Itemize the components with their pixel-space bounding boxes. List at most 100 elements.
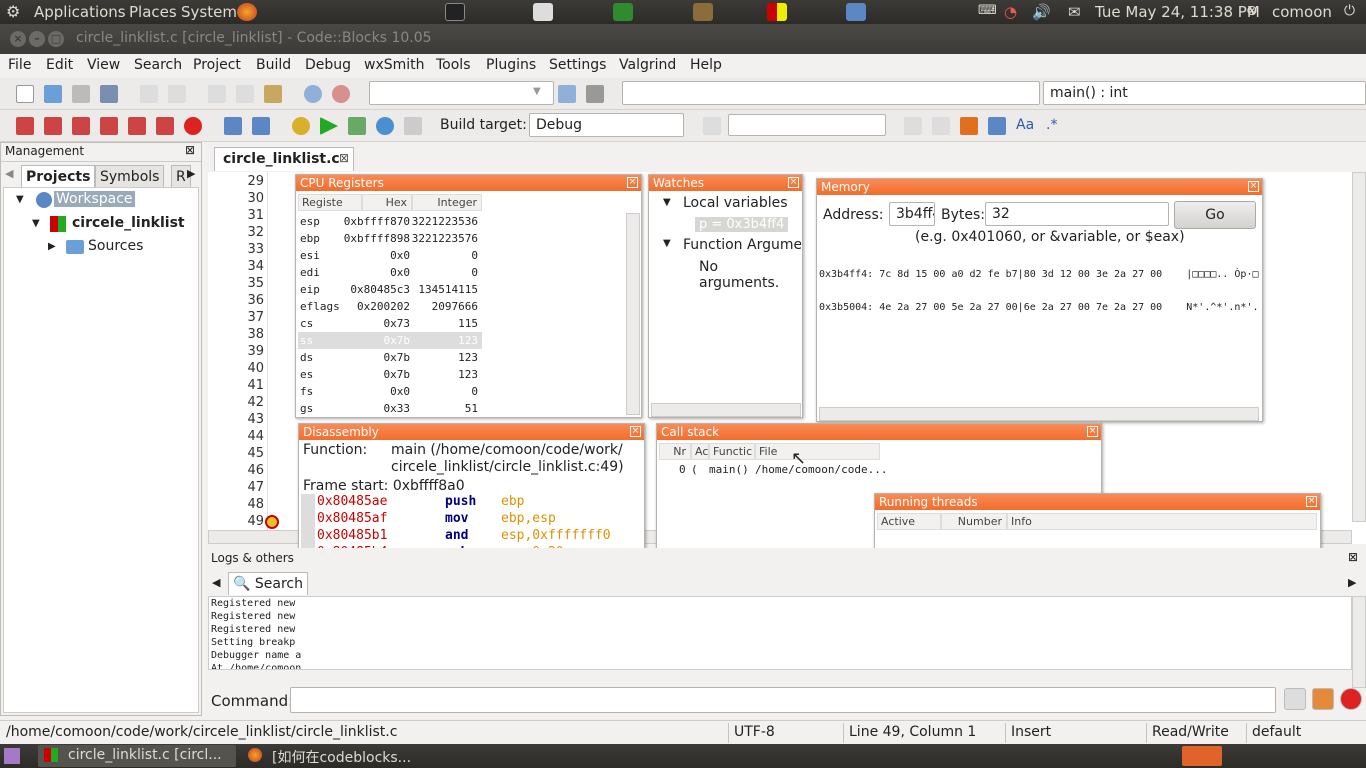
network-icon[interactable]: ◔ [1004,3,1017,21]
watches-close-icon[interactable]: × [788,177,799,188]
find-next-icon[interactable] [932,117,950,135]
tab-scroll-right-icon[interactable]: ▶ [1348,576,1356,589]
disassembly-row[interactable]: 0x80485b1 and esp,0xfffffff0 [317,528,643,545]
debug-info-icon[interactable] [252,117,270,135]
editor-tab[interactable]: circle_linklist.c ⊠ [214,147,354,171]
tab-search-results[interactable]: 🔍 Search [228,572,308,595]
col-active[interactable]: Active [877,513,941,530]
open-file-icon[interactable] [44,85,62,103]
firefox-icon[interactable] [237,3,257,21]
debug-run-icon[interactable] [16,117,34,135]
run-to-cursor-icon[interactable] [44,117,62,135]
register-row[interactable]: es 0x7b 123 [298,366,482,383]
tree-project[interactable]: circele_linklist [72,215,185,231]
col-address[interactable]: Ac [691,443,709,460]
menu-valgrind[interactable]: Valgrind [619,57,676,73]
cut-icon[interactable] [208,85,226,103]
clock[interactable]: Tue May 24, 11:38 PM [1095,3,1260,21]
local-variable-p[interactable]: p = 0x3b4ff4 [695,217,789,232]
register-row[interactable]: esp 0xbffff870 3221223536 [298,213,482,230]
build-and-run-icon[interactable] [348,117,366,135]
col-integer[interactable]: Integer [412,194,482,211]
menu-tools[interactable]: Tools [436,57,471,73]
stop-debugger-icon[interactable] [184,117,202,135]
register-row[interactable]: fs 0x0 0 [298,383,482,400]
save-all-icon[interactable] [100,85,118,103]
logs-vscroll[interactable] [1352,596,1366,688]
memory-close-icon[interactable]: × [1248,181,1259,192]
clear-search-icon[interactable] [703,117,721,135]
registers-vscroll[interactable] [626,213,640,415]
menu-wxsmith[interactable]: wxSmith [364,57,425,73]
tree-sources[interactable]: Sources [88,238,143,254]
tree-expander-icon[interactable]: ▼ [16,194,24,205]
call-file[interactable]: /home/comoon/code... [755,463,887,476]
find-input[interactable] [728,114,886,136]
build-icon[interactable] [292,117,310,135]
search-combo[interactable] [369,81,554,105]
tree-workspace[interactable]: Workspace [54,191,135,207]
close-window-icon[interactable]: × [10,31,26,47]
dictionary-icon[interactable] [693,3,713,21]
register-row[interactable]: cs 0x73 115 [298,315,482,332]
virtualbox-icon[interactable] [846,3,866,21]
paste-icon[interactable] [264,85,282,103]
show-desktop-icon[interactable] [4,748,20,764]
replace-icon[interactable] [332,85,350,103]
call-function[interactable]: main() [709,463,749,476]
find-icon[interactable] [304,85,322,103]
menu-build[interactable]: Build [256,57,291,73]
save-log-icon[interactable] [1312,688,1334,710]
system-menu[interactable]: System [181,3,237,21]
register-row[interactable]: ss 0x7b 123 [298,332,482,349]
command-input[interactable] [290,687,1276,713]
step-into-icon[interactable] [100,117,118,135]
menu-help[interactable]: Help [690,57,722,73]
register-row[interactable]: ds 0x7b 123 [298,349,482,366]
tab-scroll-right-icon[interactable]: ▶ [187,167,195,180]
tab-scroll-left-icon[interactable]: ◀ [212,576,220,589]
tree-expander-icon[interactable]: ▼ [663,238,671,249]
menu-search[interactable]: Search [134,57,182,73]
search-go-icon[interactable] [558,85,576,103]
management-close-icon[interactable]: ⊠ [185,143,195,157]
clear-log-icon[interactable] [1340,688,1362,710]
copy-icon[interactable] [236,85,254,103]
combo-dropdown-icon[interactable]: ▼ [533,86,541,97]
register-row[interactable]: esi 0x0 0 [298,247,482,264]
editor-tab-close-icon[interactable]: ⊠ [339,151,349,165]
symbol-combo[interactable]: main() : int [1043,81,1366,105]
undo-icon[interactable] [140,85,158,103]
go-button[interactable]: Go [1174,201,1256,229]
abort-icon[interactable] [404,117,422,135]
tree-expander-icon[interactable]: ▶ [48,241,56,252]
search-options-icon[interactable] [586,85,604,103]
vim-icon[interactable] [613,3,633,21]
rebuild-icon[interactable] [376,117,394,135]
taskbar-item-firefox[interactable]: [如何在codeblocks... [242,745,440,767]
tree-expander-icon[interactable]: ▼ [32,218,40,229]
next-line-icon[interactable] [72,117,90,135]
user-icon[interactable]: ⊗ [1246,3,1258,19]
ubuntu-logo-icon[interactable]: ⚙ [6,2,20,21]
disassembly-row[interactable]: 0x80485ae push ebp [317,494,643,511]
step-out-icon[interactable] [128,117,146,135]
bytes-select[interactable]: 32 [985,202,1169,226]
menu-plugins[interactable]: Plugins [486,57,536,73]
redo-icon[interactable] [168,85,186,103]
menu-file[interactable]: File [8,57,31,73]
col-number[interactable]: Number [941,513,1007,530]
call-address[interactable]: ( [691,463,698,476]
register-row[interactable]: ebp 0xbffff898 3221223576 [298,230,482,247]
mail-icon[interactable]: ✉ [1068,3,1081,21]
codeblocks-icon[interactable] [767,3,787,21]
tree-expander-icon[interactable]: ▼ [663,197,671,208]
text-editor-icon[interactable] [533,3,553,21]
match-case-icon[interactable]: Aa [1016,117,1034,133]
register-row[interactable]: gs 0x33 51 [298,400,482,417]
editor-vscroll[interactable] [1352,172,1366,522]
terminal-icon[interactable] [445,3,465,21]
next-instruction-icon[interactable] [156,117,174,135]
places-menu[interactable]: Places [129,3,177,21]
register-row[interactable]: eflags 0x200202 2097666 [298,298,482,315]
